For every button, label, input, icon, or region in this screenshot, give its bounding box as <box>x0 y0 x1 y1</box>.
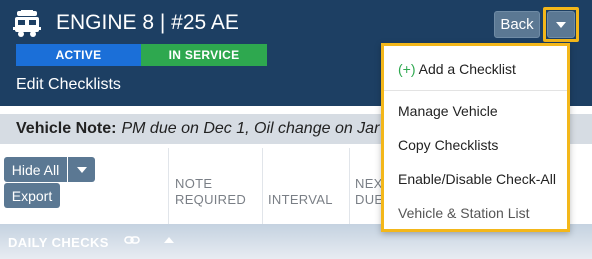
link-icon[interactable] <box>124 233 140 247</box>
column-header-required: REQUIRED <box>175 192 247 207</box>
dropdown-button-highlight <box>543 7 579 42</box>
chevron-down-icon <box>76 166 87 173</box>
page-title: ENGINE 8 | #25 AE <box>56 11 239 34</box>
menu-item-enable-disable-check-all[interactable]: Enable/Disable Check-All <box>398 171 556 187</box>
hide-all-dropdown-button[interactable] <box>68 157 95 182</box>
section-title: DAILY CHECKS <box>8 235 109 250</box>
fire-truck-icon <box>13 10 41 37</box>
column-divider <box>349 148 350 224</box>
page-subtitle: Edit Checklists <box>16 76 121 93</box>
menu-item-add-checklist[interactable]: (+) Add a Checklist <box>398 61 516 77</box>
column-divider <box>262 148 263 224</box>
actions-dropdown-menu: (+) Add a Checklist Manage Vehicle Copy … <box>381 43 570 232</box>
menu-item-label: Add a Checklist <box>418 61 516 77</box>
status-badge-in-service: IN SERVICE <box>141 44 267 66</box>
menu-divider <box>384 90 567 91</box>
export-button[interactable]: Export <box>4 183 60 208</box>
column-divider <box>168 148 169 224</box>
menu-item-copy-checklists[interactable]: Copy Checklists <box>398 137 498 153</box>
app-window: ENGINE 8 | #25 AE ACTIVE IN SERVICE Edit… <box>0 0 592 259</box>
vehicle-note-text: PM due on Dec 1, Oil change on Jar <box>121 120 380 137</box>
column-header-next: NEX <box>355 176 383 191</box>
back-button[interactable]: Back <box>494 11 540 38</box>
column-header-interval: INTERVAL <box>268 192 333 207</box>
collapse-icon[interactable] <box>164 237 174 243</box>
menu-item-manage-vehicle[interactable]: Manage Vehicle <box>398 103 498 119</box>
column-header-due: DUE <box>355 192 384 207</box>
menu-item-vehicle-station-list[interactable]: Vehicle & Station List <box>398 205 530 221</box>
plus-icon: (+) <box>398 61 416 77</box>
vehicle-note-label: Vehicle Note: <box>16 120 117 137</box>
column-header-note: NOTE <box>175 176 213 191</box>
status-badge-active: ACTIVE <box>16 44 141 66</box>
hide-all-button[interactable]: Hide All <box>4 157 67 182</box>
